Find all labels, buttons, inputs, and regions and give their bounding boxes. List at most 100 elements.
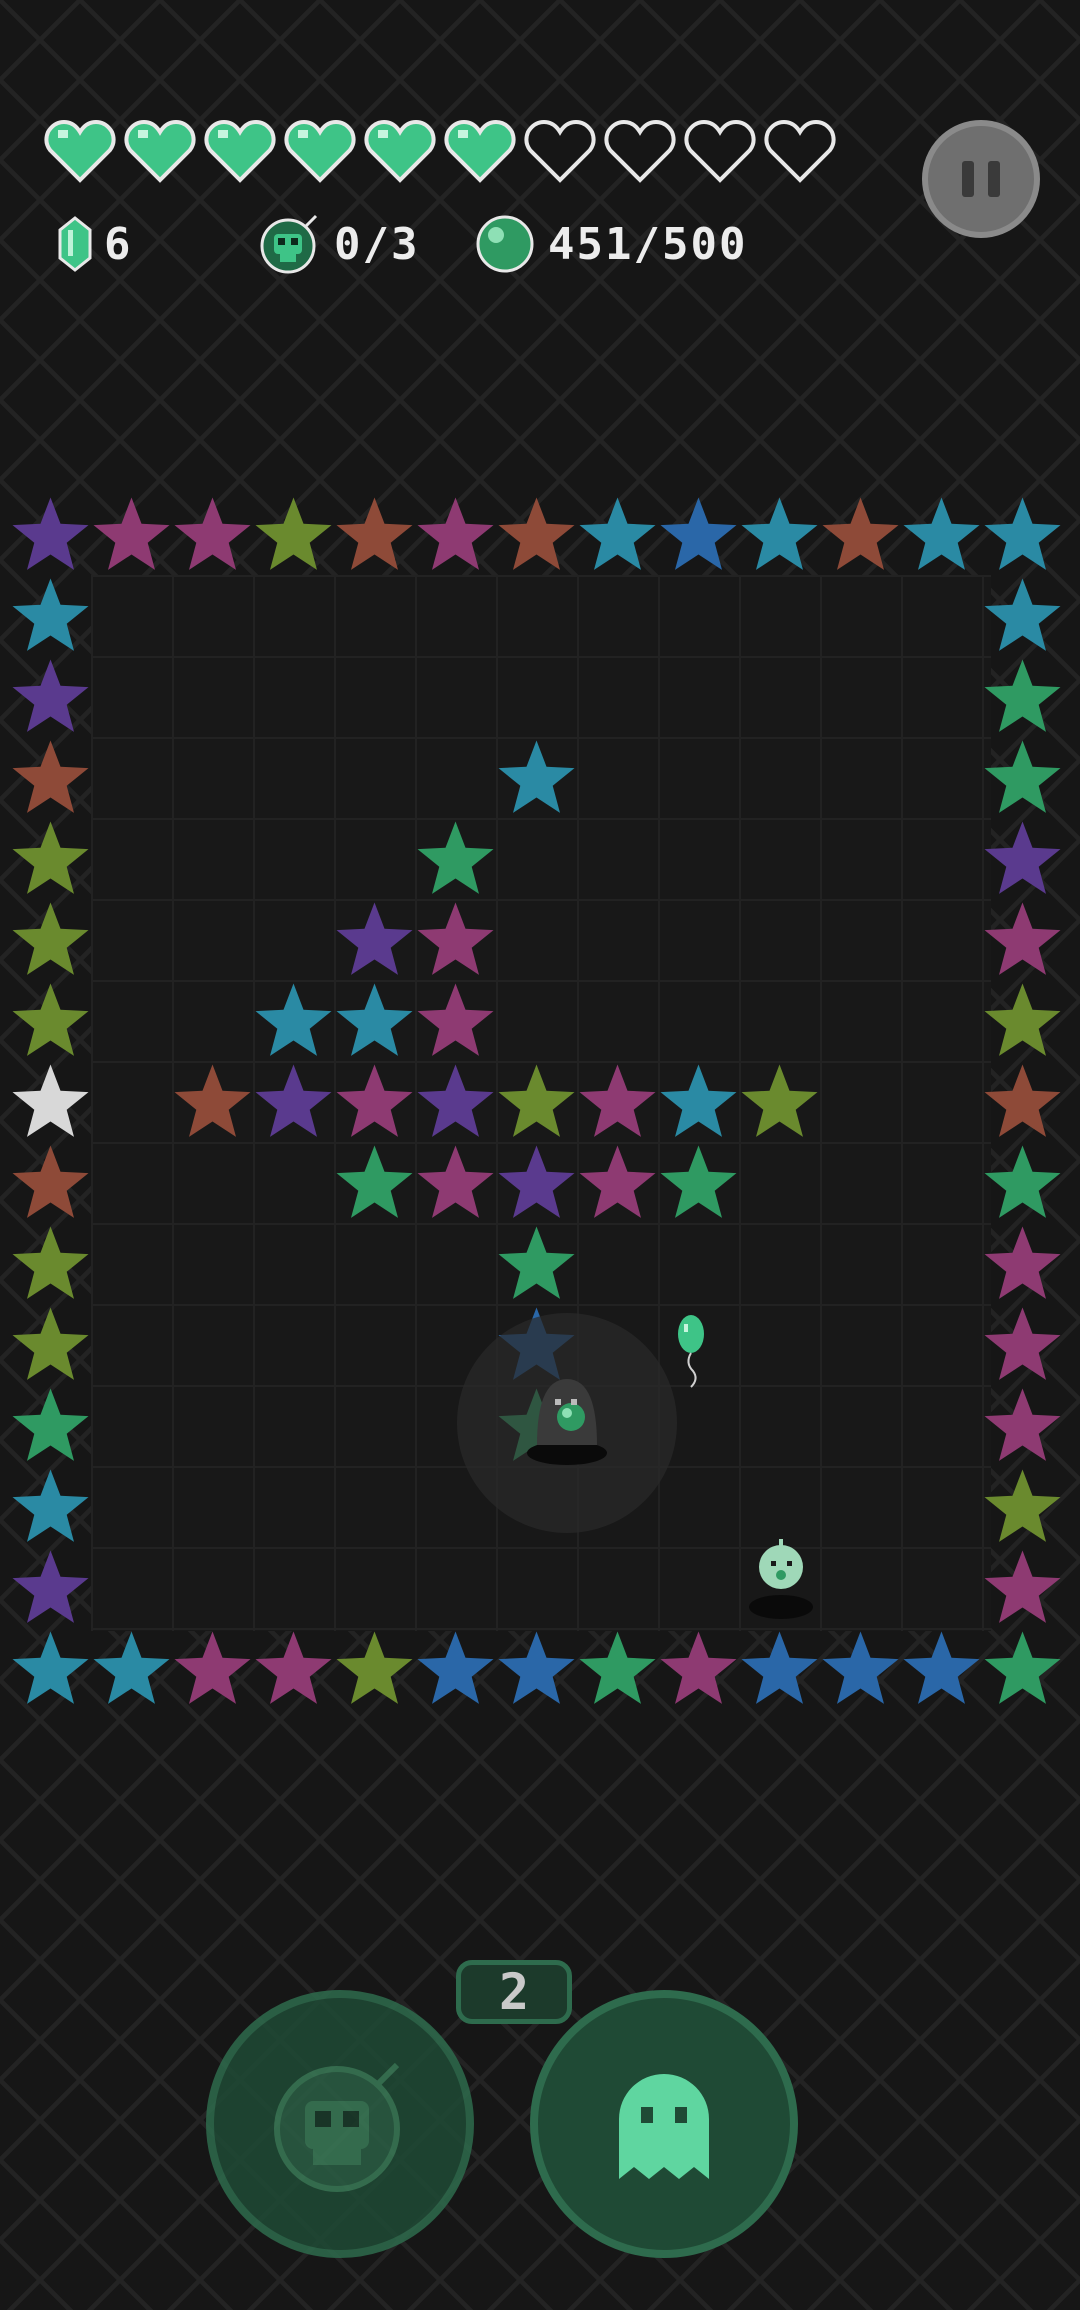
star-block-magenta <box>174 497 251 570</box>
star-block-olive <box>336 1631 413 1704</box>
star-block-purple <box>12 659 89 732</box>
star-block-purple <box>12 497 89 570</box>
heart-full-icon <box>284 119 356 183</box>
skull-counter: 0/3 <box>258 212 419 276</box>
star-block-rust <box>822 497 899 570</box>
gem-count: 6 <box>104 218 133 270</box>
health-hearts <box>44 118 836 184</box>
star-block-blue <box>822 1631 899 1704</box>
hud: 6 0/3 451/500 <box>0 0 1080 300</box>
heart-empty-icon <box>764 119 836 183</box>
star-block-olive <box>12 1307 89 1380</box>
heart-full-icon <box>124 119 196 183</box>
star-block-olive <box>12 1226 89 1299</box>
star-block-magenta <box>579 1064 656 1137</box>
star-block-teal <box>984 578 1061 651</box>
star-field <box>12 497 1061 1704</box>
star-block-green <box>660 1145 737 1218</box>
star-block-teal <box>12 578 89 651</box>
star-block-magenta <box>417 497 494 570</box>
star-block-green <box>984 1631 1061 1704</box>
star-block-magenta <box>417 1145 494 1218</box>
star-block-magenta <box>336 1064 413 1137</box>
star-block-olive <box>12 821 89 894</box>
skull-bomb-button[interactable] <box>206 1990 474 2258</box>
star-block-teal <box>12 1631 89 1704</box>
orb-icon <box>476 215 534 273</box>
star-block-teal <box>903 497 980 570</box>
star-block-purple <box>336 902 413 975</box>
star-block-rust <box>12 740 89 813</box>
star-block-magenta <box>660 1631 737 1704</box>
skull-bomb-icon <box>274 2062 400 2192</box>
ghost-button[interactable] <box>530 1990 798 2258</box>
game-board <box>10 494 1072 1712</box>
star-block-magenta <box>417 902 494 975</box>
star-block-purple <box>12 1550 89 1623</box>
star-block-rust <box>336 497 413 570</box>
star-block-teal <box>984 497 1061 570</box>
heart-empty-icon <box>524 119 596 183</box>
star-block-teal <box>93 1631 170 1704</box>
star-block-white <box>12 1064 89 1137</box>
star-block-olive <box>984 983 1061 1056</box>
star-block-rust <box>174 1064 251 1137</box>
star-block-teal <box>12 1469 89 1542</box>
star-block-green <box>984 659 1061 732</box>
star-block-teal <box>255 983 332 1056</box>
heart-full-icon <box>204 119 276 183</box>
heart-full-icon <box>44 119 116 183</box>
star-block-magenta <box>984 1307 1061 1380</box>
star-block-blue <box>417 1631 494 1704</box>
star-block-rust <box>498 497 575 570</box>
star-block-green <box>417 821 494 894</box>
pause-icon-bar-left <box>962 161 974 197</box>
star-block-olive <box>12 983 89 1056</box>
star-block-green <box>984 1145 1061 1218</box>
star-block-blue <box>498 1631 575 1704</box>
star-block-purple <box>984 821 1061 894</box>
star-block-rust <box>12 1145 89 1218</box>
star-block-magenta <box>579 1145 656 1218</box>
star-block-magenta <box>984 1550 1061 1623</box>
star-block-blue <box>660 497 737 570</box>
star-block-green <box>12 1388 89 1461</box>
star-block-purple <box>255 1064 332 1137</box>
round-creature-icon <box>749 1539 813 1619</box>
orb-counter: 451/500 <box>474 212 747 276</box>
gem-icon <box>58 216 92 272</box>
star-block-purple <box>417 1064 494 1137</box>
star-block-magenta <box>984 902 1061 975</box>
star-block-teal <box>336 983 413 1056</box>
star-block-blue <box>741 1631 818 1704</box>
pause-button[interactable] <box>922 120 1040 238</box>
star-block-magenta <box>984 1226 1061 1299</box>
star-block-blue <box>903 1631 980 1704</box>
star-block-green <box>336 1145 413 1218</box>
star-block-magenta <box>255 1631 332 1704</box>
star-block-green <box>984 740 1061 813</box>
heart-empty-icon <box>604 119 676 183</box>
heart-full-icon <box>364 119 436 183</box>
star-block-teal <box>660 1064 737 1137</box>
star-block-purple <box>498 1145 575 1218</box>
gem-counter: 6 <box>58 212 133 276</box>
star-block-magenta <box>984 1388 1061 1461</box>
star-block-olive <box>12 902 89 975</box>
star-block-olive <box>498 1064 575 1137</box>
ghost-icon <box>619 2074 709 2179</box>
balloon-icon <box>678 1315 704 1388</box>
star-block-green <box>579 1631 656 1704</box>
star-block-teal <box>498 740 575 813</box>
ability-count-badge: 2 <box>456 1960 572 2024</box>
star-block-teal <box>579 497 656 570</box>
heart-empty-icon <box>684 119 756 183</box>
orb-count: 451/500 <box>548 218 748 270</box>
action-bar: 2 <box>0 1960 1080 2260</box>
star-block-magenta <box>174 1631 251 1704</box>
star-block-green <box>498 1226 575 1299</box>
heart-full-icon <box>444 119 516 183</box>
star-block-magenta <box>93 497 170 570</box>
star-block-rust <box>984 1064 1061 1137</box>
pause-icon-bar-right <box>988 161 1000 197</box>
